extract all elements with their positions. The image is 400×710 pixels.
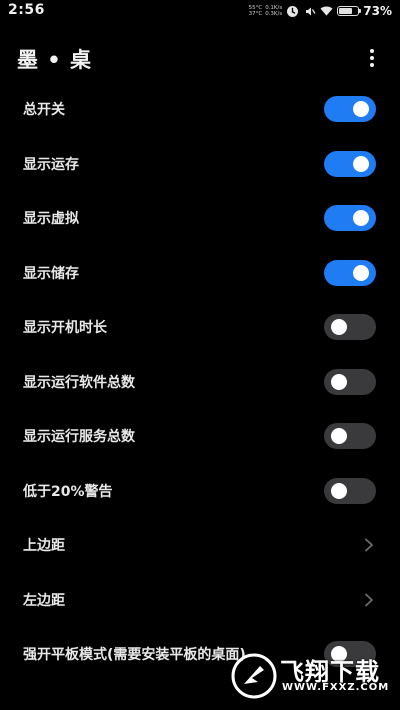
wifi-icon [320,5,333,18]
setting-row[interactable]: 显示储存 [0,246,400,301]
toggle-switch[interactable] [324,205,376,232]
toggle-knob [353,264,369,281]
toggle-knob [353,101,369,118]
setting-label: 强开平板模式(需要安装平板的桌面) [23,647,246,664]
setting-label: 显示运行软件总数 [23,374,135,391]
watermark: 飞翔下载 WWW.FXXZ.COM [230,648,390,704]
toggle-knob [353,155,369,172]
app-title: 墨 • 桌 [17,48,93,72]
toggle-switch[interactable] [324,368,376,395]
setting-label: 总开关 [23,102,65,119]
overflow-menu-icon[interactable] [364,46,380,70]
toggle-switch[interactable] [324,150,376,177]
setting-row[interactable]: 总开关 [0,82,400,137]
app-bar: 墨 • 桌 [0,36,400,80]
menu-dot [370,49,374,53]
setting-label: 显示储存 [23,265,79,282]
status-icons: 55°C 0.1K/s 37°C 0.3K/s 73% [249,3,392,19]
toggle-knob [353,210,369,227]
setting-label: 显示运行服务总数 [23,429,135,446]
setting-label: 显示开机时长 [23,320,107,337]
setting-row[interactable]: 显示开机时长 [0,300,400,355]
setting-row[interactable]: 左边距 [0,573,400,628]
setting-label: 左边距 [23,592,65,609]
battery-percent: 73% [363,4,392,18]
setting-row[interactable]: 上边距 [0,518,400,573]
chevron-right-icon [362,593,376,607]
settings-list: 总开关显示运存显示虚拟显示储存显示开机时长显示运行软件总数 显示运行服务总数 低于2… [0,82,400,682]
menu-dot [370,63,374,67]
battery-fill [339,8,353,14]
toggle-knob [331,428,347,445]
toggle-switch[interactable] [324,477,376,504]
toggle-switch[interactable] [324,423,376,450]
chevron-right-icon [362,538,376,552]
setting-label: 显示运存 [23,156,79,173]
mute-icon [303,5,316,18]
setting-row[interactable]: 显示运存 [0,137,400,192]
status-bar: 2:56 55°C 0.1K/s 37°C 0.3K/s 73% [0,0,400,22]
setting-row[interactable]: 显示运行服务总数 [0,409,400,464]
system-monitor-readout: 55°C 0.1K/s 37°C 0.3K/s [249,5,283,17]
toggle-knob [331,373,347,390]
toggle-knob [331,482,347,499]
toggle-knob [331,319,347,336]
toggle-switch[interactable] [324,259,376,286]
watermark-logo-icon [231,653,277,699]
menu-dot [370,56,374,60]
watermark-url: WWW.FXXZ.COM [282,682,390,693]
alarm-icon [286,5,299,18]
status-time: 2:56 [8,2,45,18]
toggle-switch[interactable] [324,96,376,123]
setting-row[interactable]: 低于20%警告 [0,464,400,519]
setting-label: 上边距 [23,538,65,555]
battery-icon [337,6,362,16]
battery-temp: 37°C [248,11,263,17]
setting-label: 显示虚拟 [23,211,79,228]
setting-label: 低于20%警告 [23,483,113,500]
toggle-switch[interactable] [324,314,376,341]
setting-row[interactable]: 显示虚拟 [0,191,400,246]
setting-row[interactable]: 显示运行软件总数 [0,355,400,410]
net-down: 0.3K/s [265,11,283,17]
